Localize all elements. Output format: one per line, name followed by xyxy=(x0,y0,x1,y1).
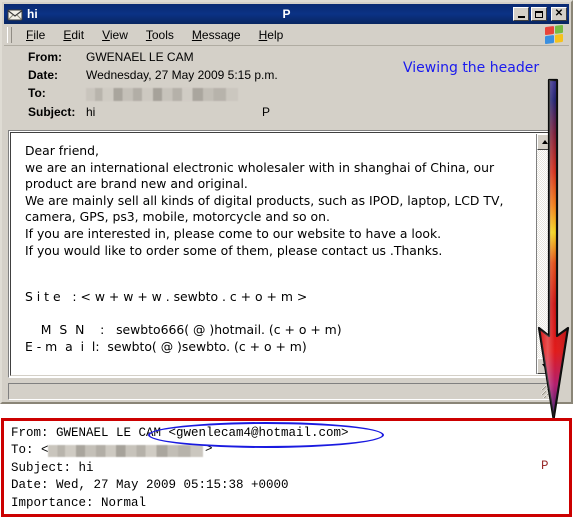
menu-item-file[interactable]: File xyxy=(17,26,54,44)
window-title: hi xyxy=(27,7,38,21)
from-label: From: xyxy=(28,50,62,64)
menu-item-help[interactable]: Help xyxy=(250,26,293,44)
close-button[interactable]: ✕ xyxy=(551,7,567,21)
window-controls: ✕ xyxy=(513,7,567,21)
date-value: Wednesday, 27 May 2009 5:15 p.m. xyxy=(86,68,278,82)
menu-bar: File Edit View Tools Message Help xyxy=(4,24,569,46)
from-value: GWENAEL LE CAM xyxy=(86,50,194,64)
subject-label: Subject: xyxy=(28,105,76,119)
subject-value: hi xyxy=(86,105,96,119)
message-body-inner: Dear friend, we are an international ele… xyxy=(10,132,554,376)
scroll-up-button[interactable] xyxy=(537,134,553,150)
windows-flag-icon xyxy=(545,24,563,45)
to-label: To: xyxy=(28,86,46,100)
envelope-icon xyxy=(7,7,23,21)
title-bar[interactable]: hi P ✕ xyxy=(4,4,569,24)
menu-item-message[interactable]: Message xyxy=(183,26,250,44)
message-body-pane: Dear friend, we are an international ele… xyxy=(8,130,556,378)
raw-to-prefix: To: < xyxy=(11,443,49,458)
raw-subject-line: Subject: hi xyxy=(11,460,94,475)
to-value-redacted xyxy=(86,88,238,101)
menu-item-tools[interactable]: Tools xyxy=(137,26,183,44)
vertical-scrollbar[interactable] xyxy=(536,134,553,374)
subject-line-mark: P xyxy=(262,105,271,119)
raw-to-line: To: < xyxy=(11,443,49,457)
app-screenshot: hi P ✕ File Edit View Tools Message Help… xyxy=(0,0,573,518)
raw-date-line: Date: Wed, 27 May 2009 05:15:38 +0000 xyxy=(11,478,289,493)
resize-grip[interactable] xyxy=(541,385,554,398)
status-bar xyxy=(8,383,556,400)
menu-drag-grip[interactable] xyxy=(7,26,12,43)
minimize-button[interactable] xyxy=(513,7,529,21)
raw-importance-line: Importance: Normal xyxy=(11,495,147,510)
message-body-text: Dear friend, we are an international ele… xyxy=(25,143,504,258)
email-highlight-ellipse xyxy=(148,422,384,448)
message-contact-text: S i t e : < w + w + w . sewbto . c + o +… xyxy=(25,289,342,354)
window-title-center-mark: P xyxy=(282,7,291,21)
annotation-viewing-the-header: Viewing the header xyxy=(403,60,540,76)
maximize-button[interactable] xyxy=(531,7,547,21)
raw-from-prefix: From: GWENAEL LE CAM xyxy=(11,426,169,440)
raw-to-value-redacted xyxy=(48,445,203,457)
raw-headers-panel: From: GWENAEL LE CAM <gwenlecam4@hotmail… xyxy=(1,418,572,517)
scrollbar-track[interactable] xyxy=(537,150,552,358)
menu-item-view[interactable]: View xyxy=(93,26,137,44)
raw-right-mark: P xyxy=(541,459,549,473)
scroll-down-button[interactable] xyxy=(537,358,553,374)
menu-item-edit[interactable]: Edit xyxy=(54,26,93,44)
date-label: Date: xyxy=(28,68,59,82)
